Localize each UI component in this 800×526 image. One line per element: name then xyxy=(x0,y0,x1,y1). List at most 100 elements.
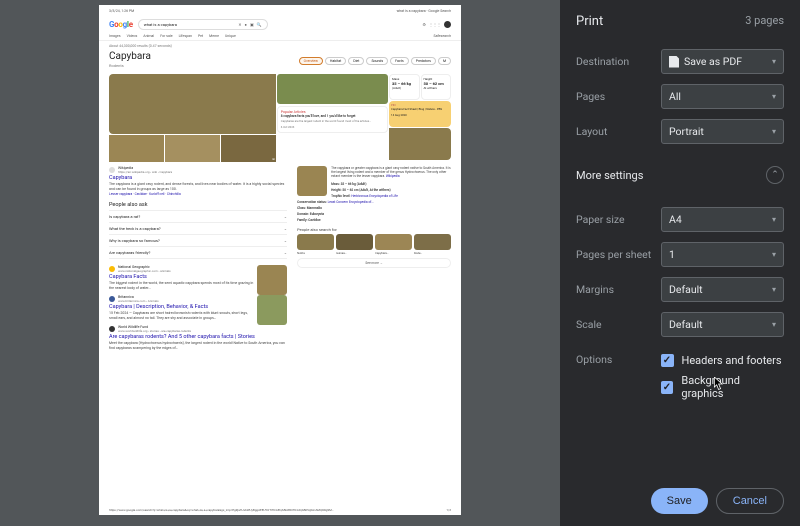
margins-select[interactable]: Default xyxy=(661,277,784,302)
clear-icon: ✕ xyxy=(238,22,241,27)
more-settings-toggle[interactable]: More settings xyxy=(576,169,643,182)
pasf-item: Guinea… xyxy=(336,234,373,255)
tab: Pet xyxy=(198,34,203,38)
result-thumb xyxy=(257,295,287,325)
kp-heading: Capybara xyxy=(109,51,151,62)
result-url: www.worldwildlife.org › stories › are-ca… xyxy=(118,329,191,333)
pasf-item: Rode… xyxy=(414,234,451,255)
chip: Predators xyxy=(411,57,436,65)
paa-item: Why is capybara so famous? xyxy=(109,234,287,246)
search-result: Britannica www.britannica.com › Animals … xyxy=(109,295,287,320)
result-url: https://en.wikipedia.org › wiki › Capyba… xyxy=(118,170,172,174)
search-icons: ✕ ● ▣ 🔍 xyxy=(238,22,262,27)
layout-label: Layout xyxy=(576,125,661,138)
pages-select[interactable]: All xyxy=(661,84,784,109)
thumb-image xyxy=(109,135,164,162)
paa-title: People also ask xyxy=(109,202,287,208)
tab: Meme xyxy=(209,34,219,38)
papersize-select[interactable]: A4 xyxy=(661,207,784,232)
tab: Lifespan xyxy=(179,34,192,38)
page-doc-title: what is a capybara - Google Search xyxy=(397,9,451,13)
search-result: Wikipedia https://en.wikipedia.org › wik… xyxy=(109,166,287,196)
favicon xyxy=(109,326,115,332)
chip-overview: Overview xyxy=(299,57,323,65)
kp-domain: Domain: Eukaryota xyxy=(297,212,451,216)
search-input: what is a capybara ✕ ● ▣ 🔍 xyxy=(138,19,268,30)
avatar xyxy=(444,21,451,28)
destination-select[interactable]: Save as PDF xyxy=(661,49,784,74)
people-also-search-for: People also search for Nutria Guinea… Ca… xyxy=(297,227,451,268)
cancel-button[interactable]: Cancel xyxy=(716,488,784,514)
result-url: www.britannica.com › Animals xyxy=(118,299,159,303)
favicon xyxy=(109,167,115,173)
result-title: Capybara xyxy=(109,175,287,181)
lens-icon: ▣ xyxy=(250,22,254,27)
options-label: Options xyxy=(576,347,661,407)
tab: Animal xyxy=(143,34,154,38)
layout-select[interactable]: Portrait xyxy=(661,119,784,144)
print-panel: Print 3 pages Destination Save as PDF Pa… xyxy=(560,0,800,526)
search-query-text: what is a capybara xyxy=(144,22,177,27)
destination-label: Destination xyxy=(576,55,661,68)
mic-icon: ● xyxy=(245,22,247,27)
pps-select[interactable]: 1 xyxy=(661,242,784,267)
people-also-ask: People also ask Is capybara a rat? What … xyxy=(109,202,287,259)
popular-date: 6 Oct 2023 xyxy=(281,125,384,129)
popular-card: Popular Articles 8 capybara facts you'll… xyxy=(277,106,388,133)
search-result: National Geographic www.nationalgeograph… xyxy=(109,265,287,290)
kp-thumb xyxy=(297,166,327,196)
save-button[interactable]: Save xyxy=(651,488,708,514)
hero-image xyxy=(109,74,276,134)
favicon xyxy=(109,266,115,272)
pages-label: Pages xyxy=(576,90,661,103)
side-image xyxy=(389,128,451,160)
favicon xyxy=(109,296,115,302)
search-bar-row: Google what is a capybara ✕ ● ▣ 🔍 ⚙ ⋮⋮⋮ xyxy=(99,17,461,32)
kp-conservation: Conservation status: Least Concern Encyc… xyxy=(297,200,451,204)
margins-label: Margins xyxy=(576,283,661,296)
pdf-icon xyxy=(669,56,679,68)
print-preview-area: 3/5/24, 1:26 PM what is a capybara - Goo… xyxy=(0,0,560,526)
paa-item: Is capybara a rat? xyxy=(109,210,287,222)
scale-select[interactable]: Default xyxy=(661,312,784,337)
footer-url: https://www.google.com/search?q=what+is+… xyxy=(109,508,334,512)
pin-text: Capybara Fact Sheet | Blog | Nature - PB… xyxy=(391,107,449,111)
chip: Sounds xyxy=(366,57,388,65)
tab: Videos xyxy=(127,34,138,38)
footer-page-num: 1/3 xyxy=(446,508,451,512)
kp-chips: Overview Habitat Diet Sounds Facts Preda… xyxy=(299,57,451,65)
search-icon: 🔍 xyxy=(257,22,262,27)
tab: Images xyxy=(109,34,121,38)
pasf-item: Nutria xyxy=(297,234,334,255)
page-header: 3/5/24, 1:26 PM what is a capybara - Goo… xyxy=(99,5,461,17)
kp-family: Family: Caviidae xyxy=(297,218,451,222)
background-graphics-checkbox[interactable] xyxy=(661,381,674,394)
kp-source-link: Wikipedia xyxy=(386,174,400,178)
tools-label: Safesearch xyxy=(434,34,452,38)
pasf-title: People also search for xyxy=(297,227,451,232)
page-footer: https://www.google.com/search?q=what+is+… xyxy=(109,508,451,512)
result-desc: Meet the capybara (Hydrochoerus hydrocha… xyxy=(109,341,287,350)
google-logo: Google xyxy=(109,20,133,29)
pps-label: Pages per sheet xyxy=(576,248,661,261)
tab: For sale xyxy=(160,34,172,38)
headers-footers-checkbox[interactable] xyxy=(661,354,674,367)
paa-item: What the heck is a capybara? xyxy=(109,222,287,234)
page-timestamp: 3/5/24, 1:26 PM xyxy=(109,9,134,13)
preview-page-1: 3/5/24, 1:26 PM what is a capybara - Goo… xyxy=(99,5,461,515)
paa-item: Are capybaras friendly? xyxy=(109,246,287,259)
mid-image xyxy=(277,74,388,104)
stat-height: Height 50 – 62 cm At withers xyxy=(421,74,452,100)
search-result: World Wildlife Fund www.worldwildlife.or… xyxy=(109,325,287,350)
collapse-icon[interactable]: ⌃ xyxy=(766,166,784,184)
result-url: www.nationalgeographic.com › animals xyxy=(118,269,171,273)
top-right-icons: ⚙ ⋮⋮⋮ xyxy=(422,21,451,28)
page-count: 3 pages xyxy=(745,14,784,29)
papersize-label: Paper size xyxy=(576,213,661,226)
pin-card: PIN Capybara Fact Sheet | Blog | Nature … xyxy=(389,101,451,127)
stat-note: (Adult) xyxy=(392,86,417,90)
stat-mass: Mass 35 – 66 kg (Adult) xyxy=(389,74,420,100)
panel-title: Print xyxy=(576,14,603,29)
thumb-image: ⊞ xyxy=(221,135,276,162)
result-title: Are capybaras rodents? And 5 other capyb… xyxy=(109,334,287,340)
